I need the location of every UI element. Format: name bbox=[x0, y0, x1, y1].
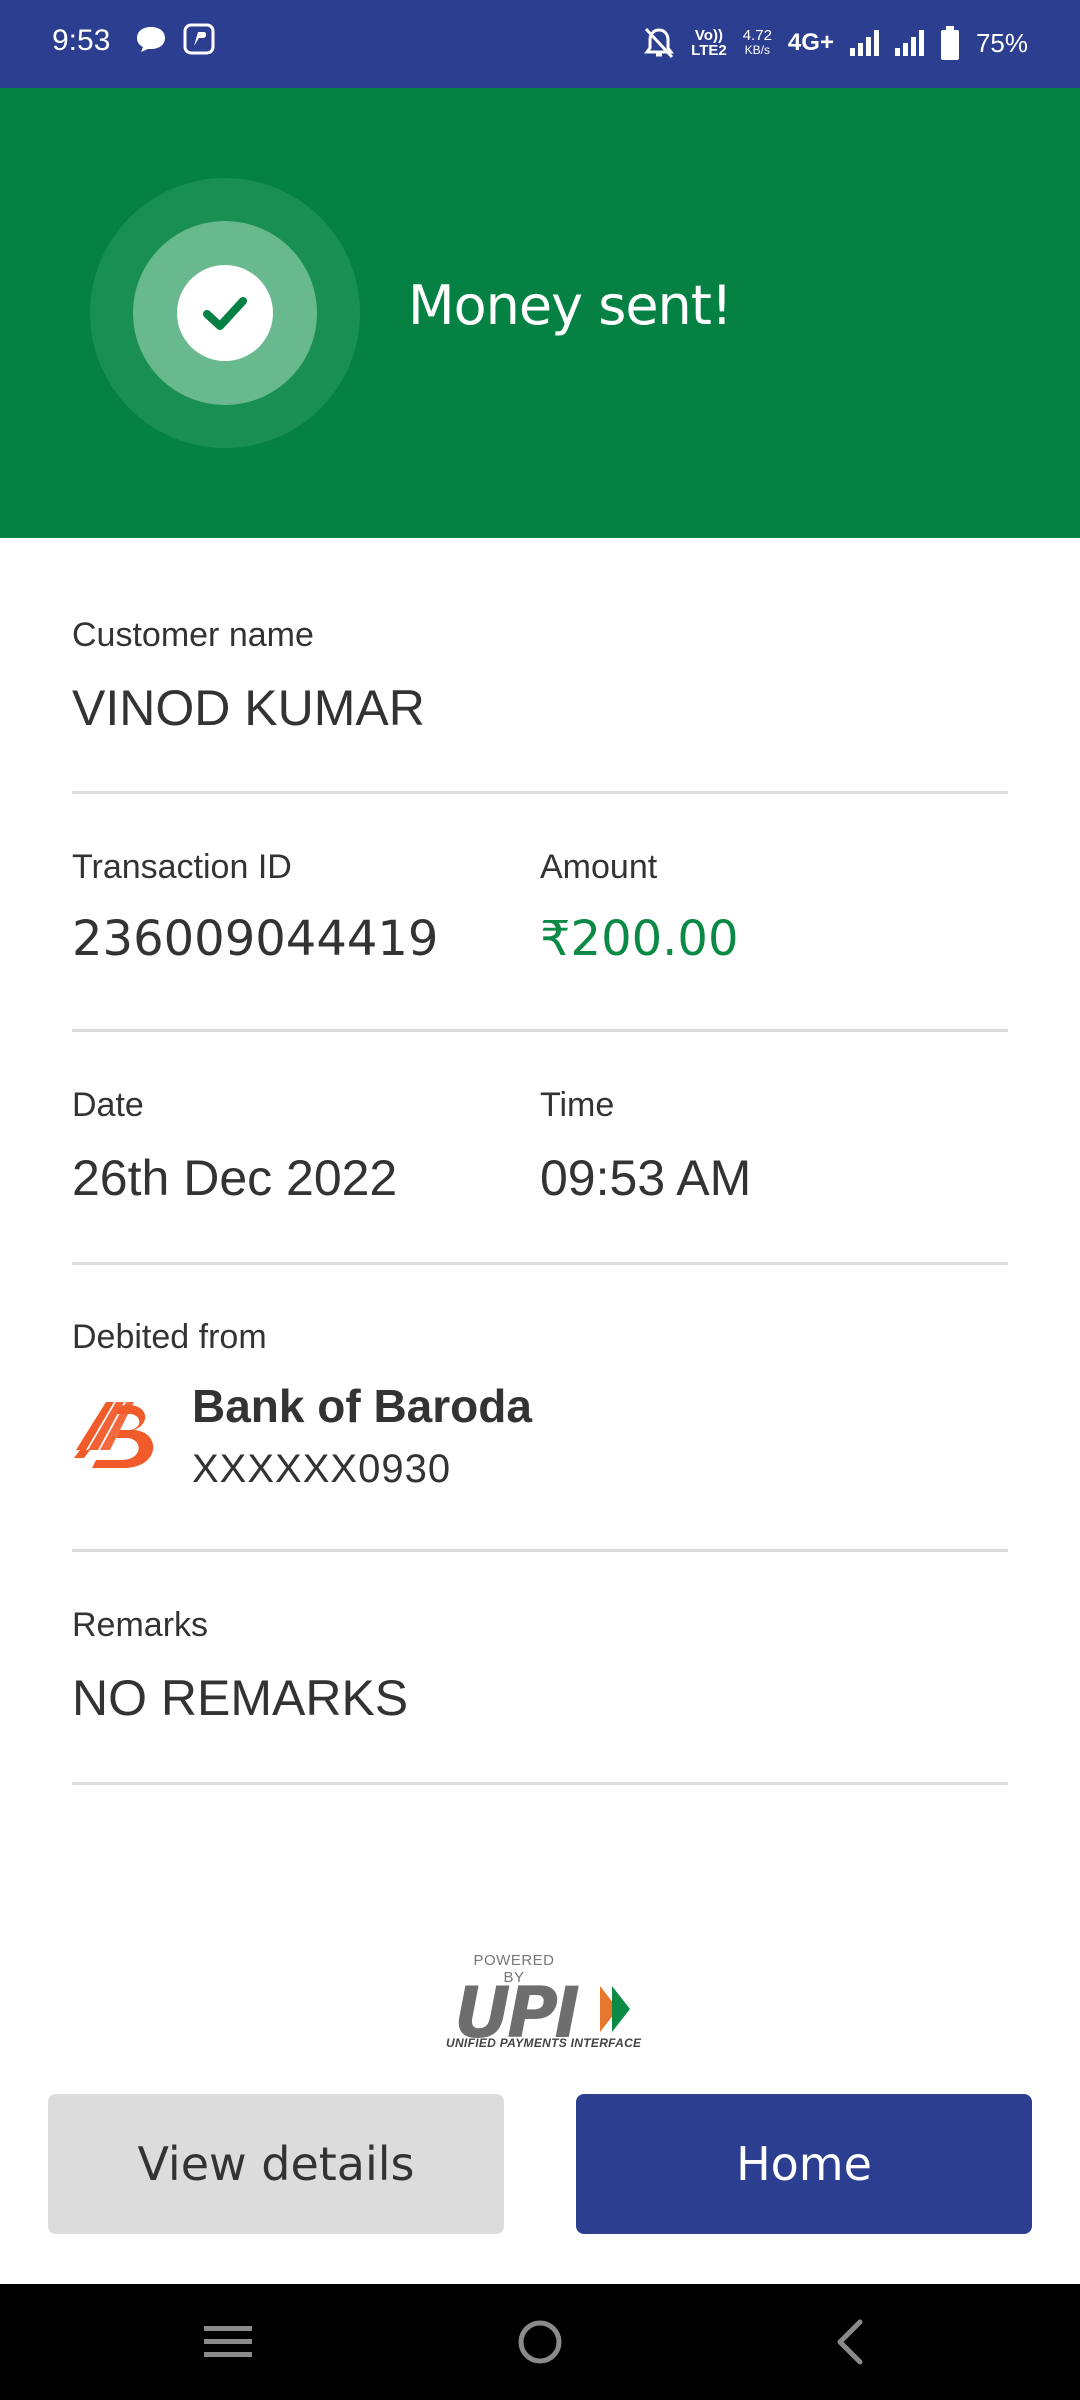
check-icon bbox=[177, 265, 273, 361]
time-block: Time 09:53 AM bbox=[540, 1086, 751, 1207]
transaction-id-value: 236009044419 bbox=[72, 911, 439, 967]
status-notification-icons bbox=[134, 22, 216, 56]
system-nav-bar bbox=[0, 2284, 1080, 2400]
home-button[interactable]: Home bbox=[576, 2094, 1032, 2234]
mute-bell-icon bbox=[644, 27, 675, 59]
remarks-value: NO REMARKS bbox=[72, 1670, 409, 1726]
transaction-section: Transaction ID 236009044419 Amount ₹200.… bbox=[72, 848, 1008, 968]
signal-icon bbox=[849, 30, 879, 56]
time-value: 09:53 AM bbox=[540, 1150, 752, 1206]
time-label: Time bbox=[540, 1086, 615, 1124]
amount-value: ₹200.00 bbox=[540, 911, 739, 967]
view-details-button[interactable]: View details bbox=[48, 2094, 504, 2234]
divider bbox=[72, 791, 1008, 794]
date-label: Date bbox=[72, 1086, 144, 1124]
debited-section: Debited from Bank of Baroda XXXXXX0930 bbox=[72, 1318, 1008, 1492]
transaction-id-label: Transaction ID bbox=[72, 848, 292, 886]
chat-bubble-icon bbox=[137, 27, 165, 52]
transaction-id-block: Transaction ID 236009044419 bbox=[72, 848, 438, 967]
battery-icon bbox=[940, 26, 959, 60]
volte-indicator: Vo)) LTE2 bbox=[691, 28, 727, 58]
date-block: Date 26th Dec 2022 bbox=[72, 1086, 397, 1207]
speed-unit: KB/s bbox=[744, 43, 770, 57]
menu-icon[interactable] bbox=[198, 2312, 258, 2372]
date-value: 26th Dec 2022 bbox=[72, 1150, 398, 1206]
battery-percent: 75% bbox=[975, 27, 1028, 58]
network-type: 4G+ bbox=[787, 29, 834, 56]
bank-row: Bank of Baroda XXXXXX0930 bbox=[72, 1379, 1008, 1492]
bank-account-number: XXXXXX0930 bbox=[192, 1447, 452, 1491]
divider bbox=[72, 1549, 1008, 1552]
customer-section: Customer name VINOD KUMAR bbox=[72, 616, 1008, 737]
divider bbox=[72, 1782, 1008, 1785]
home-circle-icon[interactable] bbox=[510, 2312, 570, 2372]
bank-name: Bank of Baroda bbox=[192, 1380, 532, 1432]
app-notification-icon bbox=[183, 23, 215, 55]
status-system-icons: Vo)) LTE2 4.72 KB/s 4G+ 75% bbox=[643, 18, 1028, 68]
remarks-section: Remarks NO REMARKS bbox=[72, 1606, 1008, 1727]
amount-block: Amount ₹200.00 bbox=[540, 848, 739, 967]
bank-of-baroda-logo bbox=[74, 1401, 154, 1468]
customer-name-label: Customer name bbox=[72, 616, 314, 654]
divider bbox=[72, 1029, 1008, 1032]
upi-arrow-icon bbox=[600, 1986, 630, 2032]
speed-value: 4.72 bbox=[742, 27, 772, 44]
back-icon[interactable] bbox=[820, 2312, 880, 2372]
debited-label: Debited from bbox=[72, 1318, 267, 1356]
divider bbox=[72, 1262, 1008, 1265]
upi-subtitle: UNIFIED PAYMENTS INTERFACE bbox=[446, 2036, 642, 2050]
bank-info: Bank of Baroda XXXXXX0930 bbox=[192, 1379, 532, 1492]
success-title: Money sent! bbox=[408, 274, 733, 337]
success-banner: Money sent! bbox=[0, 88, 1080, 538]
date-time-section: Date 26th Dec 2022 Time 09:53 AM bbox=[72, 1086, 1008, 1206]
upi-logo: POWERED BY UPI UNIFIED PAYMENTS INTERFAC… bbox=[446, 1952, 641, 2054]
remarks-label: Remarks bbox=[72, 1606, 209, 1644]
status-time: 9:53 bbox=[52, 24, 111, 57]
lte-label: LTE2 bbox=[691, 42, 727, 59]
customer-name-value: VINOD KUMAR bbox=[72, 680, 425, 736]
amount-label: Amount bbox=[540, 848, 658, 886]
status-bar: 9:53 Vo)) LTE2 4.72 KB/s 4G+ 75% bbox=[0, 0, 1080, 88]
network-speed: 4.72 KB/s bbox=[743, 28, 772, 58]
signal-icon bbox=[894, 30, 924, 56]
volte-label: Vo)) bbox=[694, 27, 723, 44]
